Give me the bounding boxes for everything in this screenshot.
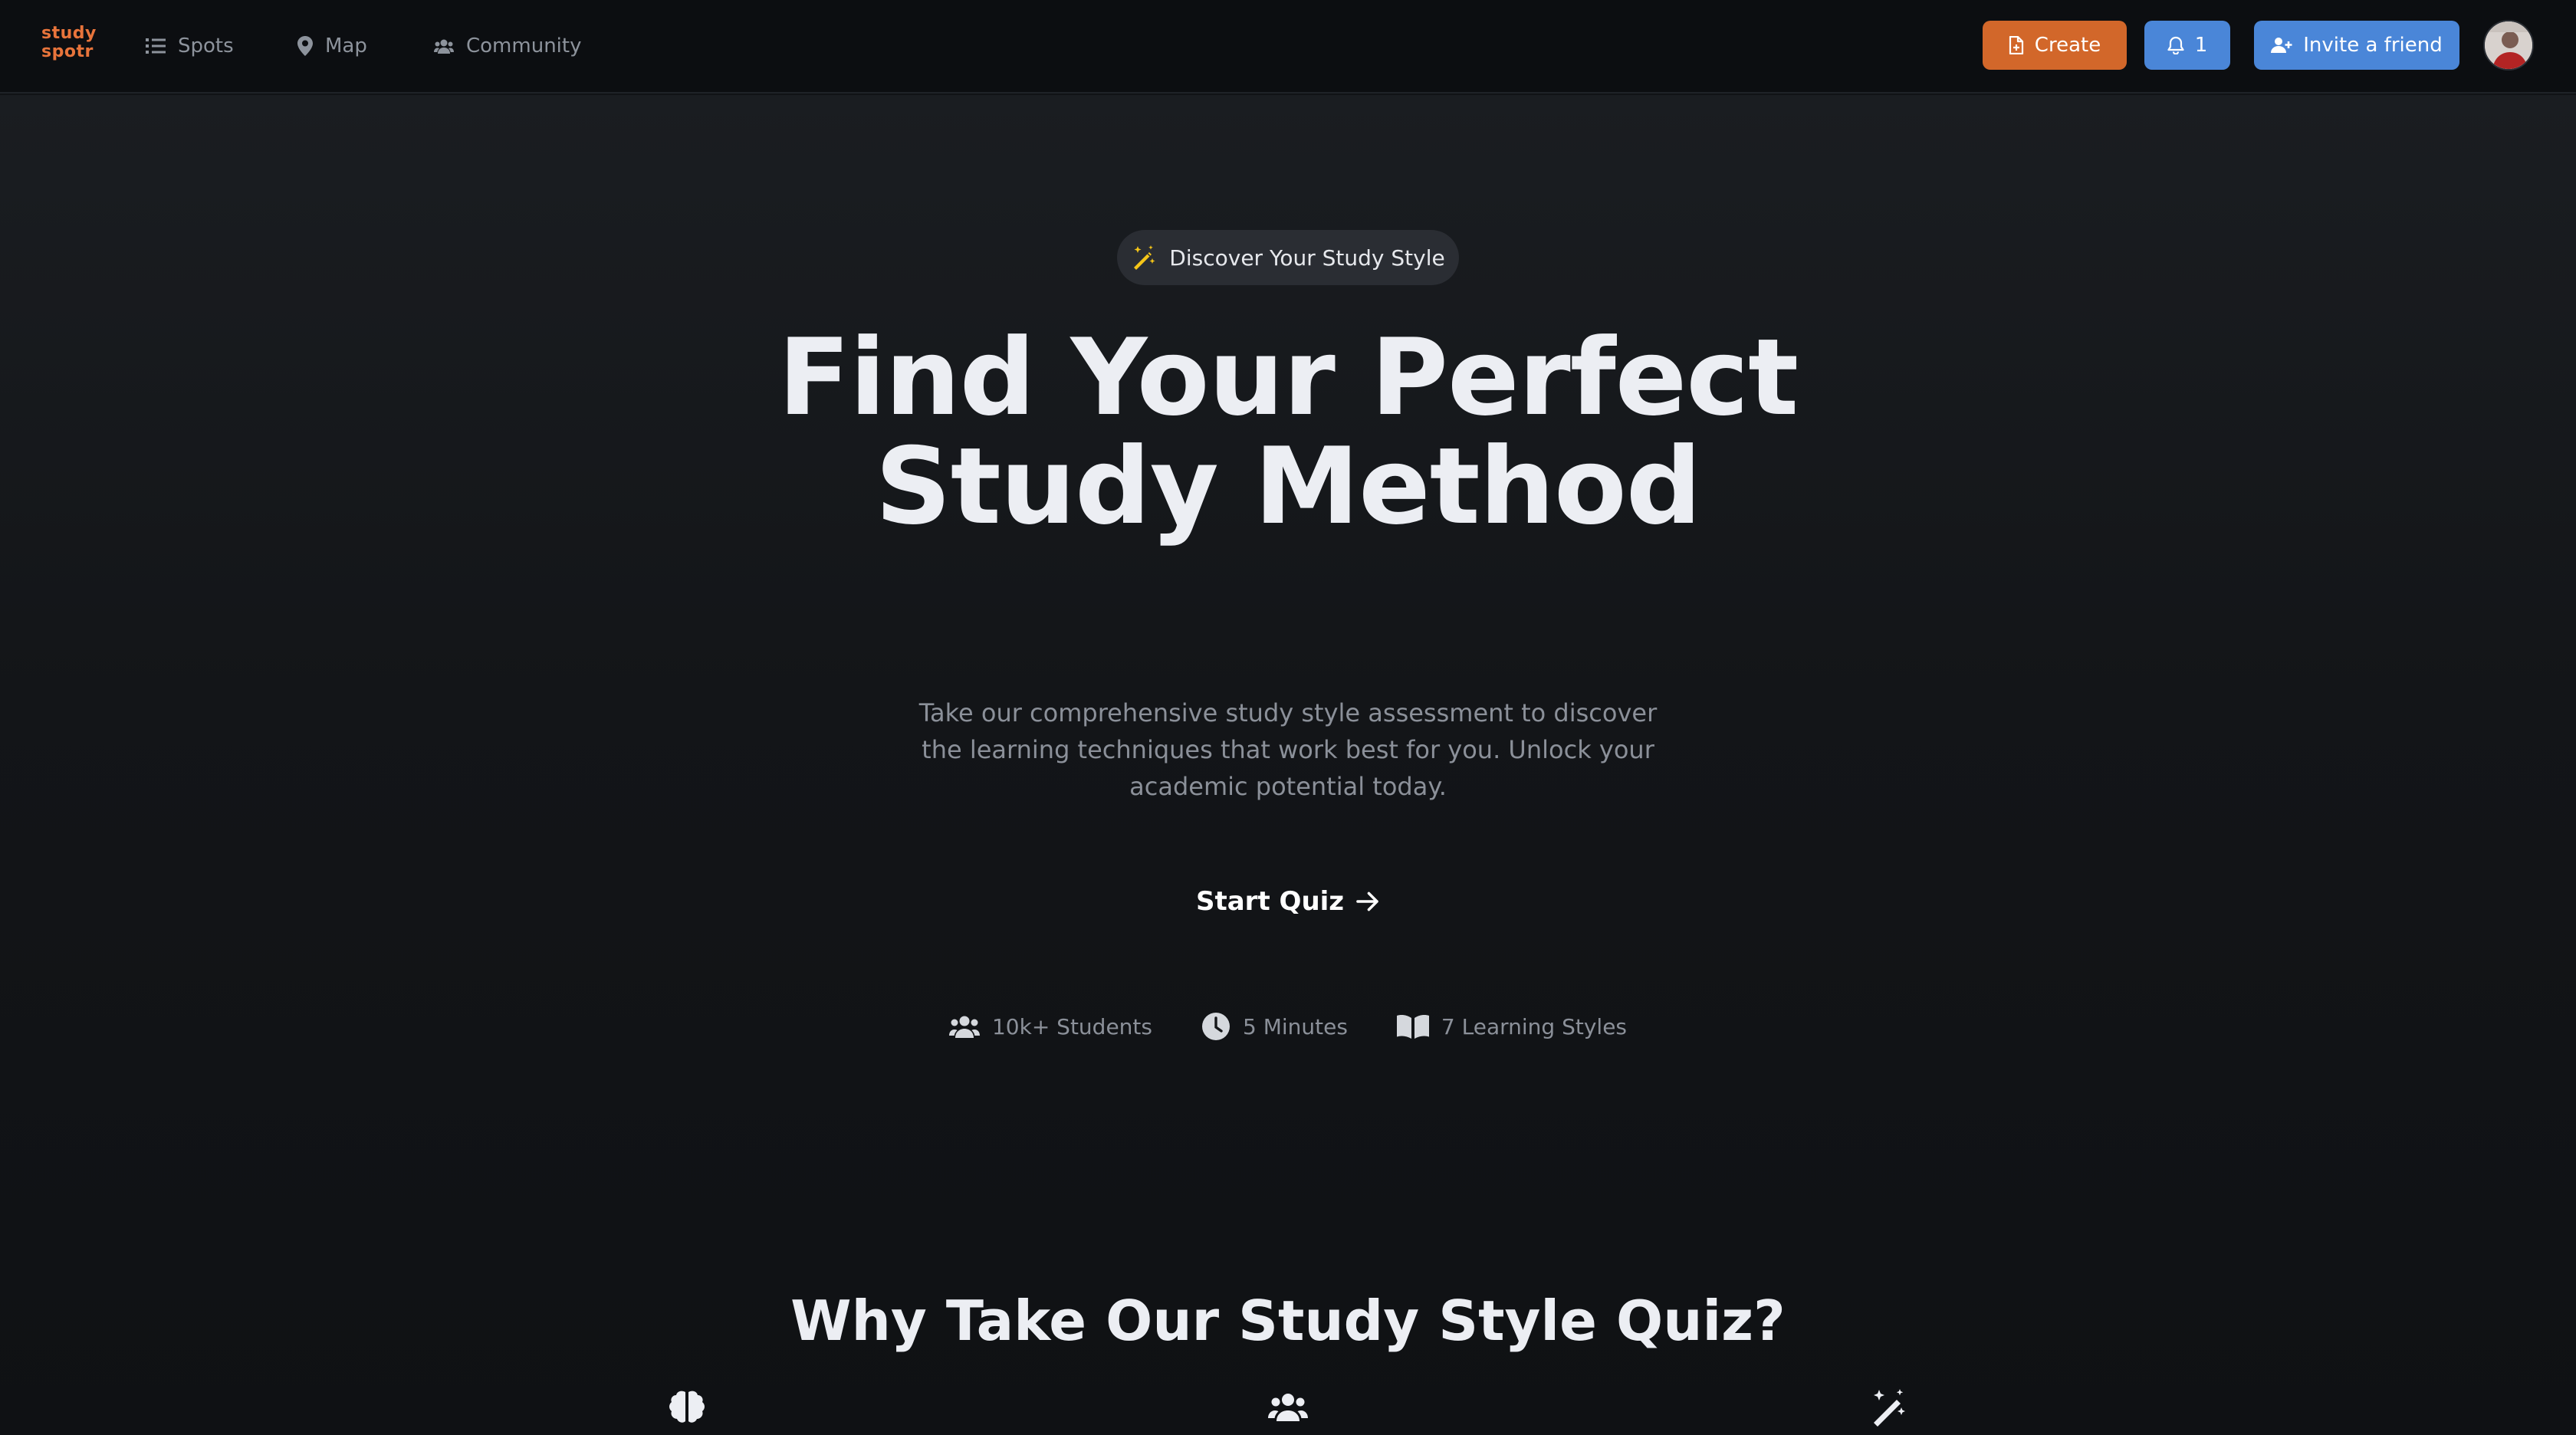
nav-spots-label: Spots xyxy=(178,34,234,57)
start-quiz-button[interactable]: Start Quiz xyxy=(1196,878,1380,924)
map-pin-icon xyxy=(297,36,313,56)
hero-title: Find Your Perfect Study Method xyxy=(598,323,1978,541)
create-button[interactable]: Create xyxy=(1983,21,2127,70)
why-section-title: Why Take Our Study Style Quiz? xyxy=(790,1289,1786,1353)
logo[interactable]: study spotr xyxy=(41,24,97,61)
book-open-icon xyxy=(1396,1015,1429,1039)
quiz-stats: 10k+ Students 5 Minutes 7 Learning Style… xyxy=(0,1012,2576,1041)
logo-line-1: study xyxy=(41,24,97,43)
arrow-right-icon xyxy=(1356,892,1378,911)
list-icon xyxy=(146,38,166,54)
stat-students: 10k+ Students xyxy=(948,1013,1152,1039)
hero-title-line-2: Study Method xyxy=(875,425,1701,548)
brain-icon xyxy=(669,1391,705,1423)
notifications-count: 1 xyxy=(2194,34,2208,57)
nav-community-label: Community xyxy=(466,34,582,57)
nav-spots[interactable]: Spots xyxy=(146,29,234,63)
create-button-label: Create xyxy=(2034,34,2101,57)
clock-icon xyxy=(1201,1013,1230,1040)
hero-title-line-1: Find Your Perfect xyxy=(777,316,1799,439)
invite-button-label: Invite a friend xyxy=(2303,34,2443,57)
start-quiz-label: Start Quiz xyxy=(1196,886,1345,917)
magic-wand-icon xyxy=(1134,245,1155,270)
users-icon xyxy=(948,1016,980,1038)
invite-friend-button[interactable]: Invite a friend xyxy=(2254,21,2459,70)
user-avatar[interactable] xyxy=(2483,20,2534,71)
users-icon xyxy=(1268,1394,1308,1421)
badge-label: Discover Your Study Style xyxy=(1169,245,1445,271)
notifications-button[interactable]: 1 xyxy=(2144,21,2230,70)
user-plus-icon xyxy=(2271,38,2292,53)
stat-learning-styles: 7 Learning Styles xyxy=(1396,1013,1628,1039)
nav-map-label: Map xyxy=(325,34,367,57)
logo-line-2: spotr xyxy=(41,42,94,61)
users-icon xyxy=(434,39,454,54)
nav-map[interactable]: Map xyxy=(297,29,367,63)
file-plus-icon xyxy=(2009,36,2023,54)
stat-learning-styles-label: 7 Learning Styles xyxy=(1441,1013,1628,1039)
nav-community[interactable]: Community xyxy=(434,29,581,63)
stat-students-label: 10k+ Students xyxy=(991,1013,1152,1039)
top-navbar: study spotr Spots Map Community Create 1… xyxy=(0,0,2576,94)
study-style-badge: Discover Your Study Style xyxy=(1117,230,1459,285)
main-content: Discover Your Study Style Find Your Perf… xyxy=(0,95,2576,1435)
magic-wand-icon xyxy=(1874,1389,1905,1427)
avatar-image xyxy=(2485,21,2532,69)
stat-duration-label: 5 Minutes xyxy=(1242,1013,1348,1039)
stat-duration: 5 Minutes xyxy=(1201,1012,1348,1041)
bell-icon xyxy=(2167,36,2184,54)
hero-description: Take our comprehensive study style asses… xyxy=(918,698,1658,801)
